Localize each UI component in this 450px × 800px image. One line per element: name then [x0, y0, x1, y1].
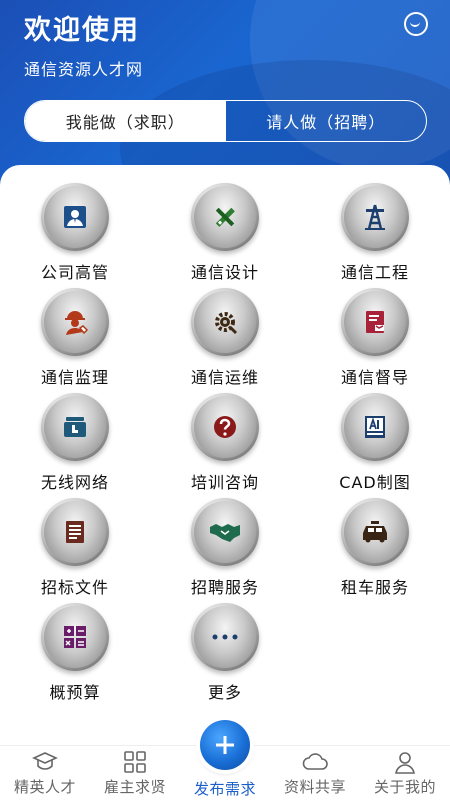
mode-tabs: 我能做（求职） 请人做（招聘）	[24, 100, 427, 142]
category-label: 概预算	[49, 683, 101, 702]
category-supervision[interactable]: 通信督导	[300, 288, 450, 393]
category-more[interactable]: 更多	[150, 603, 300, 708]
grid-icon	[124, 751, 146, 773]
supervision-icon	[341, 288, 409, 356]
category-label: 招标文件	[40, 578, 109, 597]
category-wireless[interactable]: 无线网络	[0, 393, 150, 498]
category-engineering[interactable]: 通信工程	[300, 183, 450, 288]
category-label: 租车服务	[340, 578, 409, 597]
category-label: 公司高管	[40, 263, 109, 282]
nav-label: 精英人才	[13, 778, 76, 796]
design-tools-icon	[191, 183, 259, 251]
calculator-icon	[41, 603, 109, 671]
category-label: 无线网络	[40, 473, 109, 492]
nav-label: 发布需求	[193, 780, 256, 798]
category-training[interactable]: 培训咨询	[150, 393, 300, 498]
nav-resource-share[interactable]: 资料共享	[270, 746, 360, 800]
nav-elite-talent[interactable]: 精英人才	[0, 746, 90, 800]
category-executive[interactable]: 公司高管	[0, 183, 150, 288]
cloud-icon	[302, 753, 328, 770]
person-icon	[395, 752, 415, 774]
nav-post-request[interactable]: 发布需求	[180, 720, 270, 800]
category-design[interactable]: 通信设计	[150, 183, 300, 288]
graduation-cap-icon	[32, 752, 58, 770]
category-panel: 公司高管 通信设计 通信工程 通信监理 通信运维 通信督导 无线网络 培训咨询 …	[0, 165, 450, 745]
category-operations[interactable]: 通信运维	[150, 288, 300, 393]
category-cad[interactable]: CAD制图	[300, 393, 450, 498]
category-label: 通信设计	[190, 263, 259, 282]
nav-about-me[interactable]: 关于我的	[360, 746, 450, 800]
category-label: 通信运维	[190, 368, 259, 387]
plus-icon[interactable]	[200, 720, 250, 770]
tower-icon	[341, 183, 409, 251]
page-subtitle: 通信资源人才网	[24, 60, 144, 79]
supervisor-icon	[41, 288, 109, 356]
more-dots-icon	[191, 603, 259, 671]
nav-employer[interactable]: 雇主求贤	[90, 746, 180, 800]
car-icon	[341, 498, 409, 566]
page-title: 欢迎使用	[24, 15, 140, 46]
question-icon	[191, 393, 259, 461]
tab-recruiting[interactable]: 请人做（招聘）	[226, 101, 427, 141]
category-budget[interactable]: 概预算	[0, 603, 150, 708]
wireless-network-icon	[41, 393, 109, 461]
cad-icon	[341, 393, 409, 461]
category-label: 通信监理	[40, 368, 109, 387]
category-label: 通信督导	[340, 368, 409, 387]
category-grid: 公司高管 通信设计 通信工程 通信监理 通信运维 通信督导 无线网络 培训咨询 …	[0, 183, 450, 708]
category-label: 通信工程	[340, 263, 409, 282]
tab-job-seeking[interactable]: 我能做（求职）	[25, 101, 226, 141]
maintenance-gear-icon	[191, 288, 259, 356]
handshake-icon	[191, 498, 259, 566]
category-label: 培训咨询	[190, 473, 259, 492]
nav-label: 雇主求贤	[103, 778, 166, 796]
category-car-rental[interactable]: 租车服务	[300, 498, 450, 603]
bottom-nav: 精英人才 雇主求贤 发布需求 资料共享 关于我的	[0, 720, 450, 800]
category-label: CAD制图	[339, 473, 411, 492]
chat-smile-icon[interactable]	[404, 12, 428, 36]
category-supervisor[interactable]: 通信监理	[0, 288, 150, 393]
category-recruitment[interactable]: 招聘服务	[150, 498, 300, 603]
nav-label: 关于我的	[373, 778, 436, 796]
category-tender-docs[interactable]: 招标文件	[0, 498, 150, 603]
category-label: 更多	[207, 683, 242, 702]
category-label: 招聘服务	[190, 578, 259, 597]
executive-icon	[41, 183, 109, 251]
document-icon	[41, 498, 109, 566]
nav-label: 资料共享	[283, 778, 346, 796]
